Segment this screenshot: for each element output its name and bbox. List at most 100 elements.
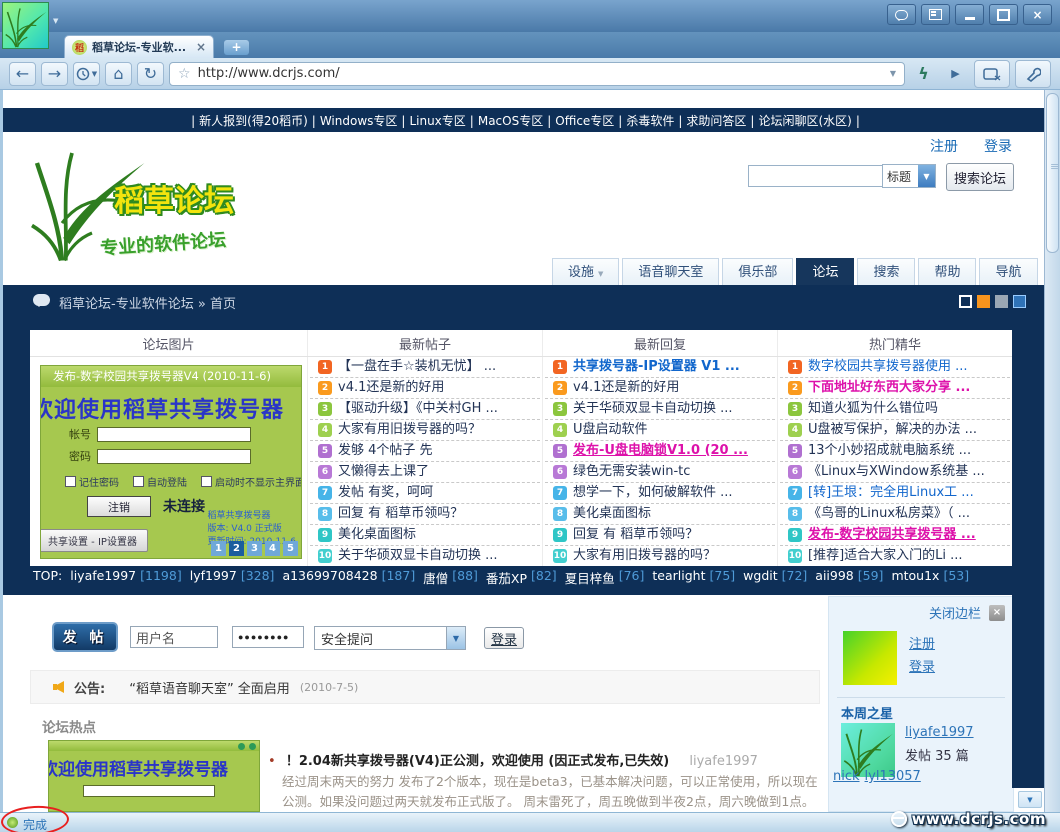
nav-office[interactable]: Office专区: [543, 112, 614, 129]
list-item[interactable]: 10[推荐]适合大家入门的Li ...: [780, 546, 1010, 566]
nav-antivirus[interactable]: 杀毒软件: [614, 112, 674, 129]
sidebar-register-link[interactable]: 注册: [909, 633, 935, 652]
list-item[interactable]: 7发帖 有奖，呵呵: [310, 483, 540, 504]
security-question-select[interactable]: 安全提问 ▼: [314, 626, 466, 650]
style-square-1[interactable]: [959, 295, 972, 308]
search-forum-button[interactable]: 搜索论坛: [946, 163, 1014, 191]
hot-topic-title[interactable]: ！2.04新共享拨号器(V4)正公测，欢迎使用 (因正式发布,已失效): [286, 754, 669, 769]
top-user[interactable]: lyf1997: [190, 568, 237, 587]
scrollbar-thumb[interactable]: [1046, 93, 1059, 253]
hot-topic-thumbnail[interactable]: 欢迎使用稻草共享拨号器: [48, 740, 260, 812]
search-type-select[interactable]: 标题 ▼: [882, 164, 936, 188]
tab-forum[interactable]: 稻 稻草论坛-专业软... ×: [64, 35, 214, 58]
list-item[interactable]: 10关于华硕双显卡自动切换 ...: [310, 546, 540, 566]
refresh-button[interactable]: ↻: [137, 62, 164, 86]
sidebar-scroll-down-button[interactable]: ▼: [1018, 791, 1042, 808]
back-button[interactable]: ←: [9, 62, 36, 86]
list-item[interactable]: 6《Linux与XWindow系统基 ...: [780, 462, 1010, 483]
breadcrumb[interactable]: 稻草论坛-专业软件论坛 » 首页: [59, 293, 236, 312]
list-item[interactable]: 4U盘被写保护，解决的办法 ...: [780, 420, 1010, 441]
address-bar[interactable]: ☆ http://www.dcrjs.com/ ▼: [169, 62, 905, 86]
sidebar-login-link[interactable]: 登录: [909, 656, 935, 675]
turbo-bolt-icon[interactable]: ϟ: [910, 62, 937, 86]
search-input[interactable]: [748, 165, 886, 187]
list-item[interactable]: 1【一盘在手☆装机无忧】 ...: [310, 357, 540, 378]
list-item[interactable]: 5发够 4个帖子 先: [310, 441, 540, 462]
tab-navigation[interactable]: 导航: [979, 258, 1037, 285]
nav-linux[interactable]: Linux专区: [397, 112, 465, 129]
top-user[interactable]: tearlight: [652, 568, 705, 587]
nav-macos[interactable]: MacOS专区: [466, 112, 543, 129]
tab-facilities[interactable]: 设施▼: [552, 258, 619, 285]
list-item[interactable]: 1共享拨号器-IP设置器 V1 ...: [545, 357, 775, 378]
announcement-bar[interactable]: 公告: “稻草语音聊天室” 全面启用 (2010-7-5): [30, 670, 820, 704]
list-item[interactable]: 2v4.1还是新的好用: [545, 378, 775, 399]
url-text[interactable]: http://www.dcrjs.com/: [198, 66, 883, 81]
top-user[interactable]: 番茄XP: [486, 568, 527, 587]
forward-button[interactable]: →: [41, 62, 68, 86]
snapshot-button[interactable]: [974, 60, 1010, 88]
style-square-4[interactable]: [1013, 295, 1026, 308]
image-page-1[interactable]: 1: [211, 541, 226, 556]
close-sidebar-link[interactable]: 关闭边栏: [929, 603, 981, 622]
url-dropdown-icon[interactable]: ▼: [890, 69, 896, 78]
hot-topic-author[interactable]: liyafe1997: [689, 754, 758, 769]
style-square-2[interactable]: [977, 295, 990, 308]
list-item[interactable]: 2下面地址好东西大家分享 ...: [780, 378, 1010, 399]
style-square-3[interactable]: [995, 295, 1008, 308]
list-item[interactable]: 9回复 有 稻草币领吗？: [545, 525, 775, 546]
top-user[interactable]: aii998: [815, 568, 853, 587]
list-item[interactable]: 8《鸟哥的Linux私房菜》（ ...: [780, 504, 1010, 525]
nav-help-zone[interactable]: 求助问答区: [674, 112, 746, 129]
login-button[interactable]: 登录: [484, 627, 524, 649]
list-item[interactable]: 4U盘启动软件: [545, 420, 775, 441]
tab-search[interactable]: 搜索: [857, 258, 915, 285]
page-scrollbar[interactable]: [1044, 90, 1060, 812]
go-button[interactable]: ▶: [942, 62, 969, 86]
list-item[interactable]: 5发布-U盘电脑锁V1.0 (20 ...: [545, 441, 775, 462]
panel-button[interactable]: [921, 4, 950, 25]
list-item[interactable]: 4大家有用旧拨号器的吗？: [310, 420, 540, 441]
image-page-2[interactable]: 2: [229, 541, 244, 556]
new-tab-button[interactable]: +: [224, 40, 249, 55]
list-item[interactable]: 3【驱动升级】《中关村GH ...: [310, 399, 540, 420]
forum-image-dialer-screenshot[interactable]: 发布-数字校园共享拨号器V4 (2010-11-6) 欢迎使用稻草共享拨号器 帐…: [40, 365, 302, 559]
list-item[interactable]: 8美化桌面图标: [545, 504, 775, 525]
close-sidebar-button[interactable]: ×: [989, 605, 1005, 621]
chevron-down-icon[interactable]: ▼: [446, 627, 465, 649]
tab-voice-chat[interactable]: 语音聊天室: [622, 258, 719, 285]
list-item[interactable]: 6又懒得去上课了: [310, 462, 540, 483]
close-button[interactable]: ×: [1023, 4, 1052, 25]
register-link[interactable]: 注册: [930, 136, 958, 156]
feedback-button[interactable]: [887, 4, 916, 25]
bookmark-star-icon[interactable]: ☆: [178, 66, 191, 82]
list-item[interactable]: 9美化桌面图标: [310, 525, 540, 546]
nick-label-link[interactable]: nick: [833, 769, 860, 784]
list-item[interactable]: 3知道火狐为什么错位吗: [780, 399, 1010, 420]
list-item[interactable]: 6绿色无需安装win-tc: [545, 462, 775, 483]
history-button[interactable]: ▼: [73, 62, 100, 86]
top-user[interactable]: 夏目梓鱼: [565, 568, 615, 587]
list-item[interactable]: 9发布-数字校园共享拨号器 ...: [780, 525, 1010, 546]
top-user[interactable]: wgdit: [743, 568, 777, 587]
top-user[interactable]: a13699708428: [282, 568, 377, 587]
username-input[interactable]: [130, 626, 218, 648]
password-input[interactable]: [232, 626, 304, 648]
top-user[interactable]: liyafe1997: [70, 568, 136, 587]
site-logo[interactable]: 稻草论坛 专业的软件论坛: [22, 138, 362, 263]
list-item[interactable]: 513个小妙招成就电脑系统 ...: [780, 441, 1010, 462]
maximize-button[interactable]: [989, 4, 1018, 25]
tab-forum[interactable]: 论坛: [796, 258, 854, 285]
list-item[interactable]: 10大家有用旧拨号器的吗？: [545, 546, 775, 566]
top-user[interactable]: mtou1x: [891, 568, 939, 587]
list-item[interactable]: 2v4.1还是新的好用: [310, 378, 540, 399]
nav-newcomer[interactable]: 新人报到(得20稻币): [187, 112, 308, 129]
nav-chat-zone[interactable]: 论坛闲聊区(水区): [746, 112, 859, 129]
list-item[interactable]: 7[转]王垠：完全用Linux工 ...: [780, 483, 1010, 504]
star-user-link[interactable]: liyafe1997: [905, 725, 974, 740]
announcement-title[interactable]: “稻草语音聊天室” 全面启用: [129, 678, 290, 697]
menu-caret-icon[interactable]: ▼: [53, 17, 58, 25]
tab-club[interactable]: 俱乐部: [722, 258, 793, 285]
tools-button[interactable]: [1015, 60, 1051, 88]
list-item[interactable]: 1数字校园共享拨号器使用 ...: [780, 357, 1010, 378]
